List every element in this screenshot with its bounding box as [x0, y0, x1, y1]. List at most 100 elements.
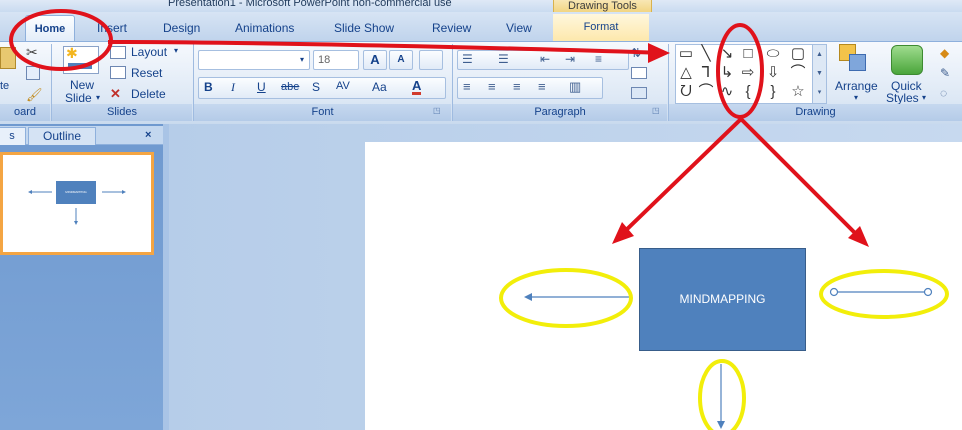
title-bar [0, 0, 962, 12]
tab-home[interactable]: Home [25, 15, 75, 42]
slide-thumbnail[interactable]: MINDMAPPING [0, 152, 154, 255]
arc-shape-icon[interactable]: ⌒ [697, 83, 715, 100]
decrease-indent-icon[interactable]: ⇤ [540, 52, 550, 66]
layout-icon[interactable] [110, 46, 126, 59]
align-center-icon[interactable]: ≡ [488, 79, 496, 94]
rectangle-shape-icon[interactable]: □ [739, 45, 757, 62]
bullets-icon[interactable]: ☰ [462, 52, 473, 66]
tab-animations[interactable]: Animations [233, 17, 296, 39]
arrange-button[interactable]: Arrange [835, 79, 878, 93]
window-title: Presentation1 - Microsoft PowerPoint non… [168, 0, 452, 9]
triangle-shape-icon[interactable]: △ [677, 64, 695, 81]
ribbon-tab-row [0, 12, 962, 42]
thumb-left-arrowhead [28, 190, 32, 194]
format-painter-icon[interactable]: 🖌 [26, 87, 43, 103]
oval-shape-icon[interactable]: ⬭ [764, 45, 782, 62]
font-color-button[interactable]: A [412, 79, 422, 95]
mindmapping-box[interactable]: MINDMAPPING [639, 248, 806, 351]
tab-design[interactable]: Design [161, 17, 202, 39]
delete-icon[interactable]: ✕ [110, 86, 121, 102]
text-direction-icon[interactable]: ⇅ [631, 46, 641, 60]
tab-slides[interactable]: s [0, 127, 26, 145]
align-right-icon[interactable]: ≡ [513, 79, 521, 94]
rounded-rectangle-shape-icon[interactable]: ▢ [789, 45, 807, 62]
quick-styles-icon[interactable] [891, 45, 923, 75]
italic-button[interactable]: I [231, 80, 235, 95]
bold-button[interactable]: B [204, 80, 213, 94]
new-slide-label[interactable]: New [70, 78, 94, 92]
line-shape-icon[interactable]: ╲ [697, 45, 715, 62]
arrow-shape-icon[interactable]: ↘ [718, 45, 736, 62]
align-text-icon[interactable] [631, 67, 647, 79]
close-pane-icon[interactable]: × [145, 127, 157, 143]
align-left-icon[interactable]: ≡ [463, 79, 471, 94]
tab-outline[interactable]: Outline [28, 127, 96, 145]
cut-icon[interactable]: ✂ [26, 44, 38, 61]
shadow-button[interactable]: S [312, 80, 320, 94]
shape-outline-icon[interactable]: ✎ [940, 66, 950, 80]
squiggle-shape-icon[interactable]: ∿ [718, 83, 736, 100]
grow-font-button[interactable]: A [363, 50, 387, 70]
clear-formatting-button[interactable] [419, 50, 443, 70]
shape-fill-icon[interactable]: ◆ [940, 46, 949, 60]
chevron-down-icon[interactable]: ▾ [96, 93, 100, 102]
layout-button[interactable]: Layout [131, 45, 167, 59]
justify-icon[interactable]: ≡ [538, 79, 546, 94]
reset-icon[interactable] [110, 66, 126, 79]
columns-icon[interactable]: ▥ [569, 79, 581, 95]
curve-shape-icon[interactable]: ᘢ [677, 83, 695, 100]
brace-shape-icon[interactable]: { [739, 83, 757, 100]
pane-splitter[interactable] [163, 124, 169, 430]
arrange-shape-front-icon [849, 54, 866, 71]
chevron-down-icon[interactable]: ▾ [174, 46, 178, 55]
paragraph-group-label: Paragraph [453, 104, 667, 121]
increase-indent-icon[interactable]: ⇥ [565, 52, 575, 66]
numbering-icon[interactable]: ☰ [498, 52, 509, 66]
underline-button[interactable]: U [257, 80, 266, 94]
font-group-label: Font [194, 104, 451, 121]
new-slide-icon[interactable]: ✱ [63, 45, 99, 74]
arrange-icon[interactable] [839, 44, 869, 74]
clipboard-group-label: oard [0, 104, 50, 121]
dialog-launcher-icon[interactable]: ◳ [652, 106, 660, 115]
shrink-font-button[interactable]: A [389, 50, 413, 70]
reset-button[interactable]: Reset [131, 66, 162, 80]
copy-icon[interactable] [26, 66, 40, 80]
slides-group-label: Slides [52, 104, 192, 121]
elbow-connector-shape-icon[interactable]: ⅂ [697, 64, 715, 81]
tab-review[interactable]: Review [430, 17, 473, 39]
quick-styles-button-2[interactable]: Styles [886, 91, 919, 105]
tab-insert[interactable]: Insert [95, 17, 129, 39]
brace-right-shape-icon[interactable]: } [764, 83, 782, 100]
gallery-scroll[interactable]: ▲ ▼ ▾ [812, 44, 827, 104]
tab-slide-show[interactable]: Slide Show [332, 17, 396, 39]
font-size-combo[interactable]: 18 [313, 50, 359, 70]
font-name-combo[interactable] [198, 50, 310, 70]
delete-button[interactable]: Delete [131, 87, 166, 101]
tab-view[interactable]: View [504, 17, 534, 39]
tab-format[interactable]: Format [553, 14, 649, 41]
star-shape-icon[interactable]: ☆ [789, 83, 807, 100]
right-arrow-shape-icon[interactable]: ⇨ [739, 64, 757, 81]
shape-effects-icon[interactable]: ◌ [940, 86, 947, 100]
chevron-down-icon[interactable]: ▾ [300, 55, 304, 64]
new-star-icon: ✱ [66, 45, 78, 61]
paste-label-partial[interactable]: te [0, 80, 9, 92]
chevron-down-icon[interactable]: ▾ [922, 93, 926, 102]
down-arrow-shape-icon[interactable]: ⇩ [764, 64, 782, 81]
elbow-arrow-shape-icon[interactable]: ↳ [718, 64, 736, 81]
freeform-shape-icon[interactable]: ⌒ [789, 64, 807, 81]
change-case-button[interactable]: Aa [372, 80, 387, 94]
strikethrough-button[interactable]: abe [281, 81, 299, 93]
dialog-launcher-icon[interactable]: ◳ [433, 106, 441, 115]
line-spacing-icon[interactable]: ≡ [595, 52, 602, 66]
text-box-shape-icon[interactable]: ▭ [677, 45, 695, 62]
paste-icon[interactable] [0, 47, 16, 69]
drawing-group-label: Drawing [669, 104, 962, 121]
chevron-down-icon[interactable]: ▾ [854, 93, 858, 102]
smartart-icon[interactable] [631, 87, 647, 99]
new-slide-label-2[interactable]: Slide [65, 91, 92, 105]
slide-bar-icon [68, 63, 92, 69]
character-spacing-button[interactable]: AV [336, 80, 350, 92]
thumb-down-arrowhead [74, 221, 78, 225]
